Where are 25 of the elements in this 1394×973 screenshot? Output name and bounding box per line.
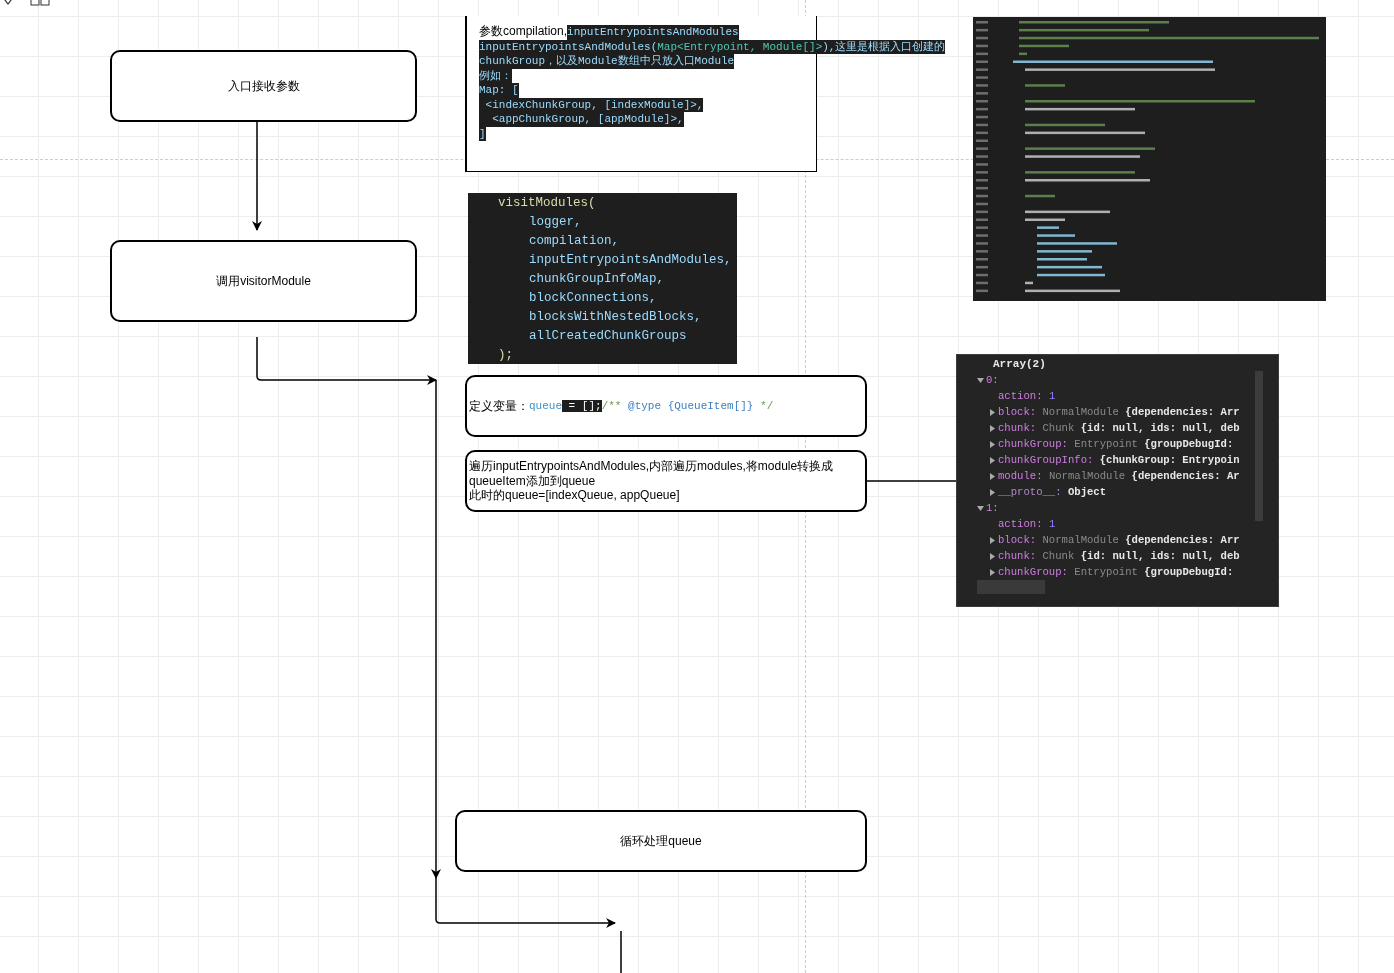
process-node: 遍历inputEntrypointsAndModules,内部遍历modules,将module转换成 queueItem添加到queue 此时的queue=[indexQueue, appQueue] xyxy=(465,450,867,512)
console-entry[interactable]: chunk: Chunk {id: null, ids: null, deb xyxy=(957,548,1240,564)
console-entry[interactable]: block: NormalModule {dependencies: Arr xyxy=(957,532,1240,548)
process-node: 定义变量：queue = [];/** @type {QueueItem[]} */ xyxy=(465,375,867,437)
code-snippet: visitModules( logger, compilation, inputEntrypointsAndModules, chunkGroupInfoMap, blockConnections, blocksWithNestedBlocks, allCreatedChunkGroups ); xyxy=(468,193,737,364)
expanded-triangle-icon[interactable] xyxy=(977,376,984,384)
console-title: Array(2) xyxy=(992,357,1046,372)
console-entry[interactable]: chunkGroup: Entrypoint {groupDebugId: xyxy=(957,436,1234,452)
console-entry[interactable]: 1: xyxy=(957,500,999,516)
scrollbar[interactable] xyxy=(1255,371,1263,521)
expanded-triangle-icon[interactable] xyxy=(977,504,984,512)
console-entry[interactable]: chunkGroupInfo: {chunkGroup: Entrypoin xyxy=(957,452,1240,468)
console-entry[interactable]: action: 1 xyxy=(957,388,1056,404)
console-entry[interactable]: chunk: Chunk {id: null, ids: null, deb xyxy=(957,420,1240,436)
connector-line xyxy=(620,930,622,973)
process-node: 调用visitorModule xyxy=(110,240,417,322)
console-entry[interactable]: __proto__: Object xyxy=(957,484,1107,500)
note-line: inputEntrypointsAndModules(Map<Entrypoint, Module[]>),这里是根据入口创建的 xyxy=(479,39,946,54)
console-entry[interactable]: 0: xyxy=(957,372,999,388)
console-entry[interactable]: chunkGroup: Entrypoint {groupDebugId: xyxy=(957,564,1234,580)
process-node: 入口接收参数 xyxy=(110,50,417,122)
process-node: 循环处理queue xyxy=(455,810,867,872)
console-entry[interactable]: action: 1 xyxy=(957,516,1056,532)
console-entry[interactable]: module: NormalModule {dependencies: Ar xyxy=(957,468,1240,484)
console-entry[interactable]: block: NormalModule {dependencies: Arr xyxy=(957,404,1240,420)
